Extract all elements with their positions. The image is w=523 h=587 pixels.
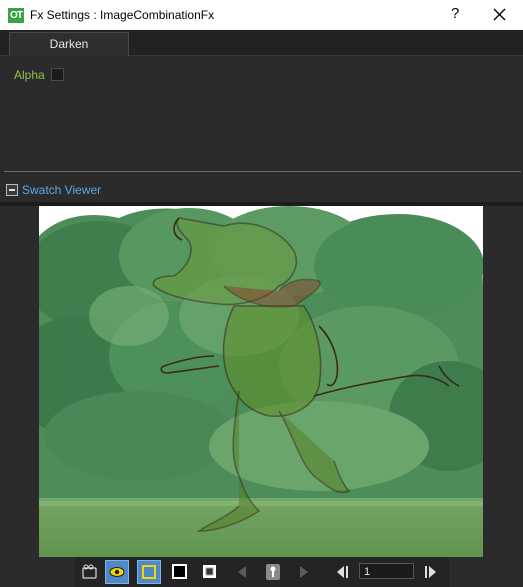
last-frame-icon (425, 566, 436, 578)
camera-icon (82, 564, 97, 579)
key-icon (266, 564, 280, 580)
parameter-panel: Alpha (0, 56, 523, 171)
separator (4, 171, 521, 172)
collapse-button[interactable] (6, 184, 18, 196)
tab-darken[interactable]: Darken (9, 32, 129, 56)
help-button[interactable]: ? (451, 5, 459, 22)
alpha-label: Alpha (14, 68, 45, 82)
last-frame-button[interactable] (419, 560, 443, 584)
eye-icon (109, 567, 125, 577)
swatch-viewer[interactable] (0, 206, 523, 557)
next-arrow-icon (300, 566, 308, 578)
first-frame-button[interactable] (331, 560, 355, 584)
swatch-viewer-title[interactable]: Swatch Viewer (22, 183, 101, 197)
next-button[interactable] (292, 560, 316, 584)
camera-button[interactable] (77, 560, 101, 584)
key-button[interactable] (261, 560, 285, 584)
prev-button[interactable] (230, 560, 254, 584)
viewer-toolbar: 1 (74, 557, 449, 587)
checker-bg-icon (203, 565, 216, 578)
alpha-checkbox[interactable] (51, 68, 64, 81)
tab-strip: Darken (0, 30, 523, 56)
frame-toggle-button[interactable] (137, 560, 161, 584)
close-button[interactable] (489, 2, 511, 26)
window-title: Fx Settings : ImageCombinationFx (30, 8, 215, 22)
first-frame-icon (337, 566, 348, 578)
checker-bg-button[interactable] (198, 560, 222, 584)
preview-toggle-button[interactable] (105, 560, 129, 584)
grass-ground (39, 501, 483, 557)
preview-image[interactable] (39, 206, 483, 557)
frame-number-field[interactable]: 1 (359, 563, 414, 579)
close-icon (493, 8, 506, 21)
swatch-viewer-header: Swatch Viewer (0, 182, 523, 200)
yellow-frame-icon (142, 565, 156, 579)
prev-arrow-icon (238, 566, 246, 578)
title-bar: OT Fx Settings : ImageCombinationFx ? (0, 0, 523, 30)
black-bg-button[interactable] (168, 560, 192, 584)
app-icon: OT (8, 8, 24, 23)
black-bg-icon (172, 564, 187, 579)
